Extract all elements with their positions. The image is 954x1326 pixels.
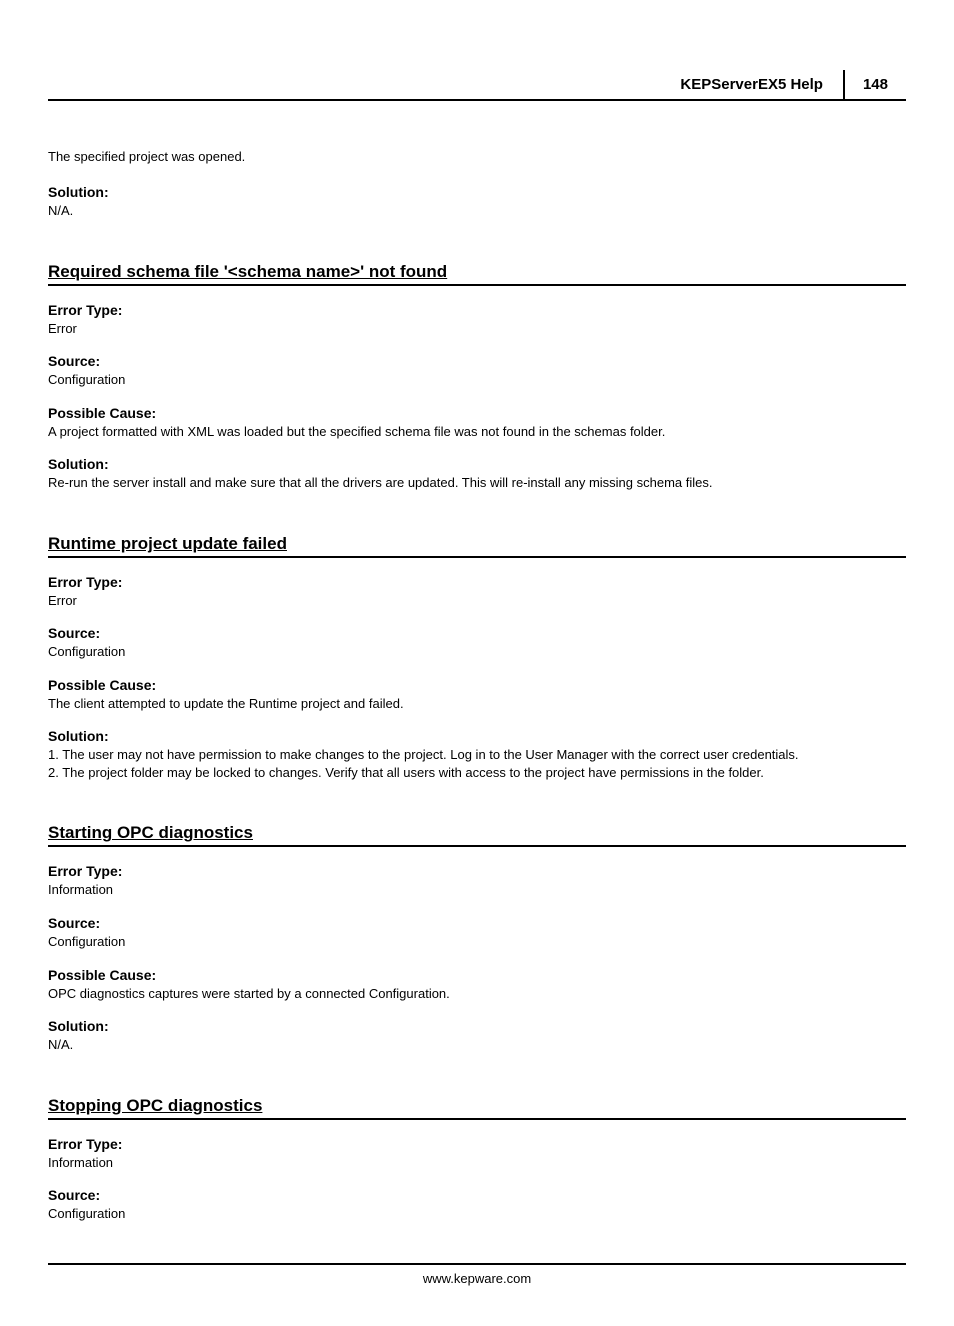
section-heading: Stopping OPC diagnostics — [48, 1096, 906, 1120]
page-number: 148 — [843, 70, 906, 99]
footer-url: www.kepware.com — [48, 1263, 906, 1286]
possible-cause-label: Possible Cause: — [48, 405, 906, 421]
possible-cause-label: Possible Cause: — [48, 677, 906, 693]
header-title: KEPServerEX5 Help — [680, 70, 843, 99]
error-type-label: Error Type: — [48, 574, 906, 590]
error-type-value: Error — [48, 592, 906, 610]
content: The specified project was opened. Soluti… — [48, 149, 906, 1223]
possible-cause-value: A project formatted with XML was loaded … — [48, 423, 906, 441]
intro-solution-label: Solution: — [48, 184, 906, 200]
source-value: Configuration — [48, 1205, 906, 1223]
solution-label: Solution: — [48, 456, 906, 472]
section-heading: Required schema file '<schema name>' not… — [48, 262, 906, 286]
source-value: Configuration — [48, 643, 906, 661]
page: KEPServerEX5 Help 148 The specified proj… — [0, 0, 954, 1326]
solution-value: N/A. — [48, 1036, 906, 1054]
source-label: Source: — [48, 915, 906, 931]
solution-label: Solution: — [48, 1018, 906, 1034]
error-type-label: Error Type: — [48, 1136, 906, 1152]
source-label: Source: — [48, 1187, 906, 1203]
possible-cause-label: Possible Cause: — [48, 967, 906, 983]
possible-cause-value: OPC diagnostics captures were started by… — [48, 985, 906, 1003]
section-heading: Starting OPC diagnostics — [48, 823, 906, 847]
error-type-value: Error — [48, 320, 906, 338]
section-heading: Runtime project update failed — [48, 534, 906, 558]
solution-value: 1. The user may not have permission to m… — [48, 746, 906, 781]
solution-value: Re-run the server install and make sure … — [48, 474, 906, 492]
error-type-label: Error Type: — [48, 863, 906, 879]
header-bar: KEPServerEX5 Help 148 — [48, 70, 906, 101]
error-type-label: Error Type: — [48, 302, 906, 318]
error-type-value: Information — [48, 1154, 906, 1172]
solution-label: Solution: — [48, 728, 906, 744]
source-value: Configuration — [48, 933, 906, 951]
source-label: Source: — [48, 353, 906, 369]
intro-solution-value: N/A. — [48, 202, 906, 220]
source-value: Configuration — [48, 371, 906, 389]
intro-text: The specified project was opened. — [48, 149, 906, 164]
error-type-value: Information — [48, 881, 906, 899]
source-label: Source: — [48, 625, 906, 641]
possible-cause-value: The client attempted to update the Runti… — [48, 695, 906, 713]
